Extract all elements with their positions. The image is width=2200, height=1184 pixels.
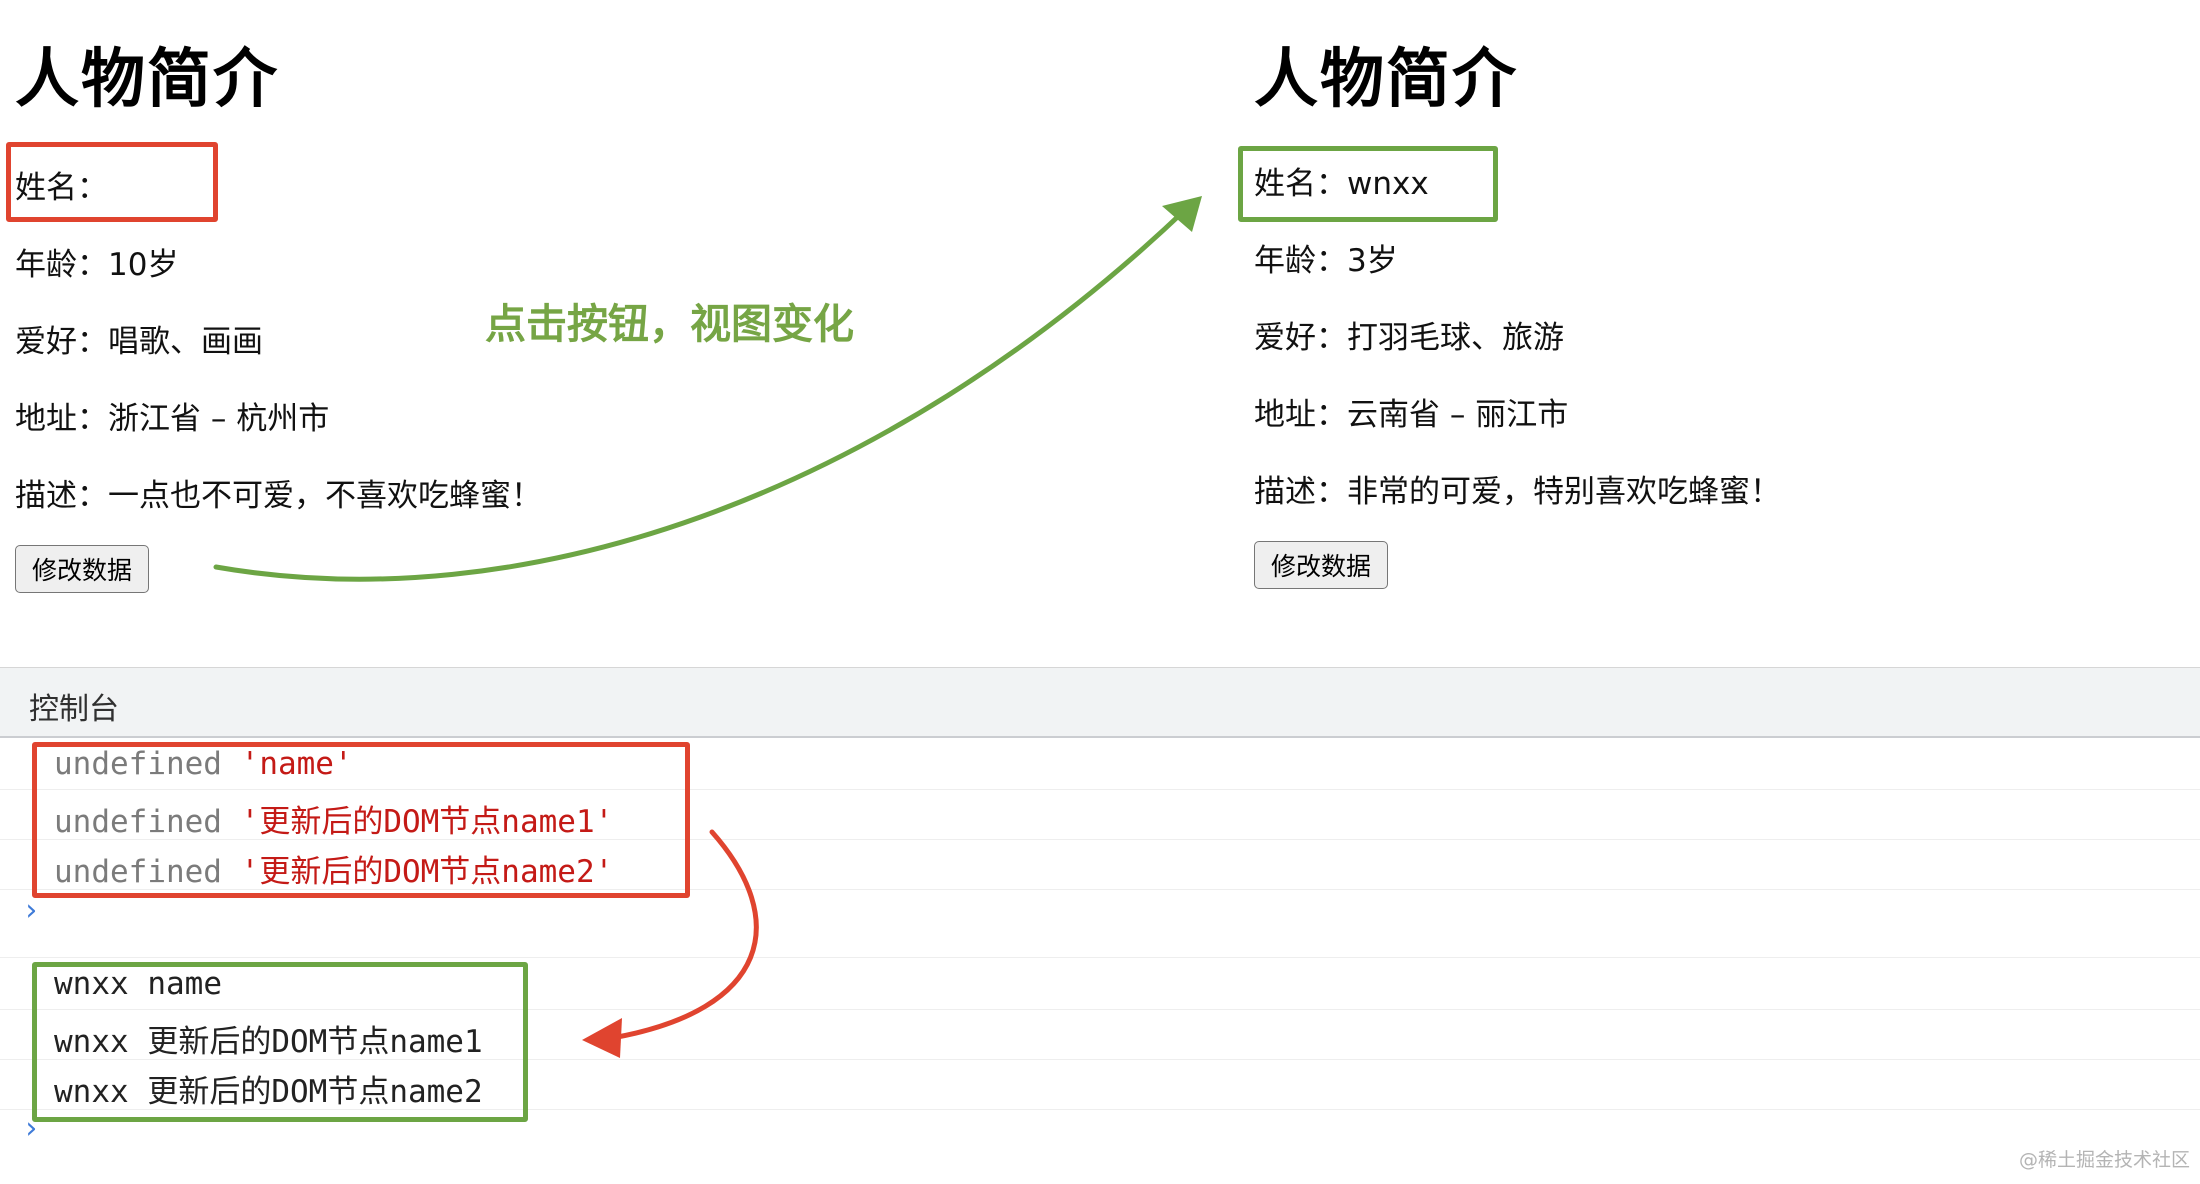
red-curve-arrow-line: [609, 829, 759, 1041]
watermark: @稀土掘金技术社区: [2018, 1149, 2190, 1171]
red-arrow-head: [582, 1018, 622, 1058]
annotation-arrows: [213, 196, 1202, 1058]
green-curve-arrow-line: [213, 207, 1188, 582]
